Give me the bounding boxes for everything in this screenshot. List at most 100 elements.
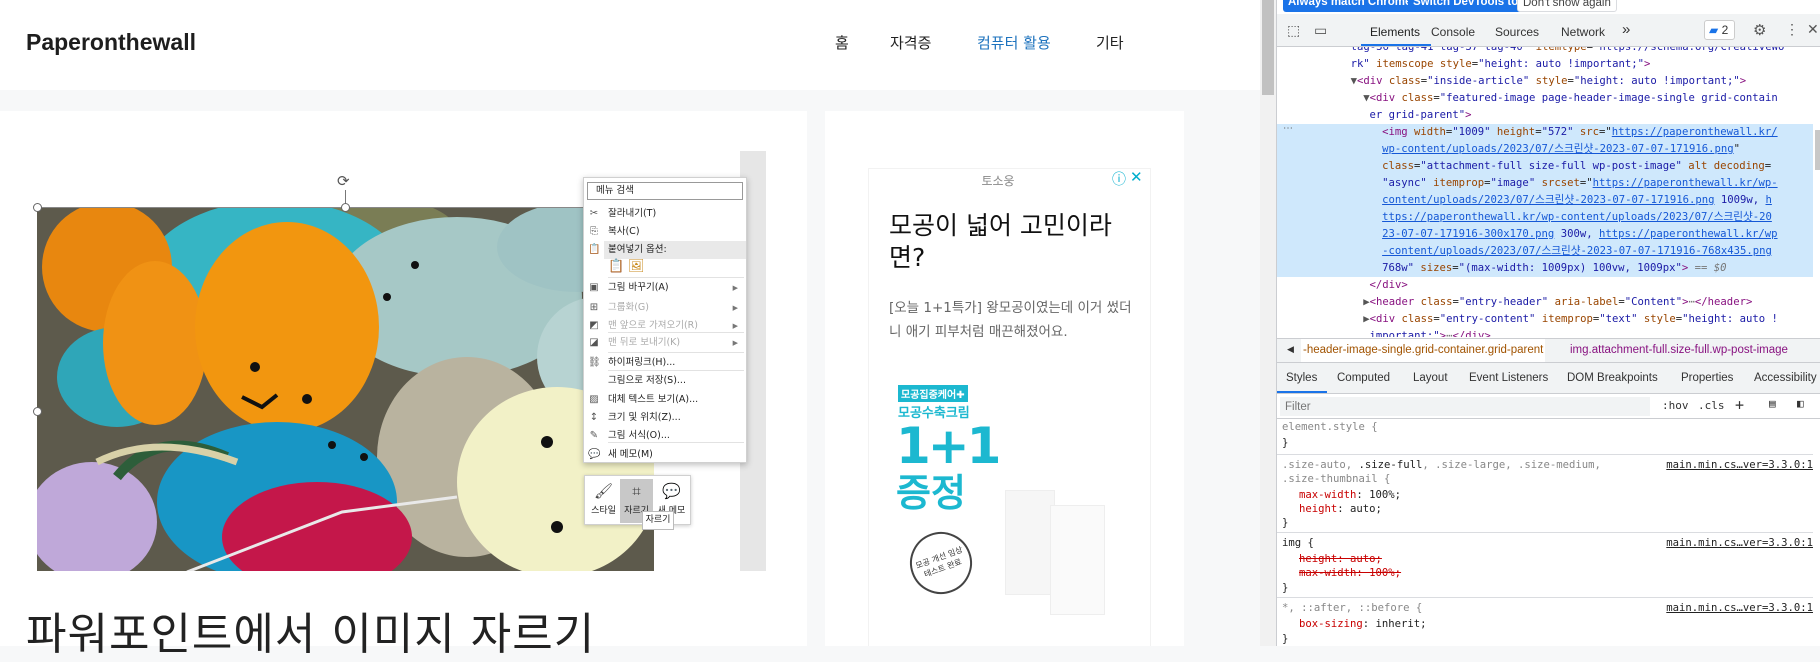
- tab-network[interactable]: Network: [1561, 25, 1605, 39]
- cls-toggle[interactable]: .cls: [1698, 399, 1725, 412]
- dom-link[interactable]: ttps://paperonthewall.kr/wp-content/uplo…: [1382, 211, 1772, 223]
- tab-event-listeners[interactable]: Event Listeners: [1469, 372, 1548, 384]
- tab-properties[interactable]: Properties: [1681, 372, 1733, 384]
- new-rule-icon[interactable]: +: [1735, 396, 1744, 414]
- menu-search-input[interactable]: 메뉴 검색: [587, 182, 743, 200]
- inspect-element-icon[interactable]: ⬚: [1287, 22, 1300, 39]
- resize-handle-top[interactable]: [341, 203, 350, 212]
- tab-accessibility[interactable]: Accessibility: [1754, 372, 1817, 384]
- dom-node-line[interactable]: ▶<header class="entry-header" aria-label…: [1277, 294, 1813, 311]
- close-devtools-icon[interactable]: ✕: [1807, 21, 1819, 38]
- tab-sources[interactable]: Sources: [1495, 25, 1539, 39]
- rule-declaration[interactable]: max-width: 100%;: [1299, 488, 1401, 503]
- rule-source-link[interactable]: main.min.cs…ver=3.3.0:1: [1666, 536, 1813, 551]
- nav-home[interactable]: 홈: [835, 32, 849, 53]
- rule-universal[interactable]: *, ::after, ::before { box-sizing: inher…: [1277, 598, 1813, 646]
- paste-picture-icon[interactable]: 🖼: [628, 259, 645, 274]
- hov-toggle[interactable]: :hov: [1662, 399, 1689, 412]
- tab-elements[interactable]: Elements: [1370, 25, 1420, 39]
- nav-certificates[interactable]: 자격증: [890, 32, 931, 53]
- elements-scrollbar[interactable]: [1813, 47, 1820, 337]
- ad-brand[interactable]: 토소웅: [868, 172, 1128, 189]
- context-menu-item[interactable]: ⊞ 그룹화(G) ▶: [584, 299, 746, 317]
- dom-node-selected[interactable]: 23-07-07-171916-300x170.png 300w, https:…: [1277, 226, 1813, 243]
- page-scrollbar[interactable]: [1260, 0, 1276, 646]
- nav-etc[interactable]: 기타: [1096, 32, 1124, 53]
- dom-node-selected[interactable]: wp-content/uploads/2023/07/스크린샷-2023-07-…: [1277, 141, 1813, 158]
- dom-link[interactable]: -content/uploads/2023/07/스크린샷-2023-07-07…: [1382, 245, 1772, 257]
- dom-node-selected[interactable]: class = "attachment-full size-full wp-post…: [1277, 158, 1813, 175]
- rule-img[interactable]: img { height: auto; max-width: 100%; } m…: [1277, 533, 1813, 598]
- tab-styles[interactable]: Styles: [1286, 372, 1317, 384]
- rule-declaration[interactable]: box-sizing: inherit;: [1299, 617, 1427, 632]
- settings-gear-icon[interactable]: ⚙: [1753, 21, 1766, 39]
- breadcrumb-scroll-left-icon[interactable]: ◀: [1287, 344, 1294, 355]
- context-menu-item[interactable]: ▨ 대체 텍스트 보기(A)...: [584, 391, 746, 409]
- nav-computer[interactable]: 컴퓨터 활용: [977, 32, 1051, 53]
- context-menu-item[interactable]: 💬 새 메모(M): [584, 446, 746, 464]
- dom-node-selected[interactable]: content/uploads/2023/07/스크린샷-2023-07-07-…: [1277, 192, 1813, 209]
- dom-node-line[interactable]: important;">⋯</div>: [1277, 328, 1813, 337]
- ad-title[interactable]: 모공이 넓어 고민이라면?: [889, 210, 1139, 274]
- context-menu-item[interactable]: ⎘ 복사(C): [584, 223, 746, 241]
- dom-link[interactable]: h: [1766, 194, 1772, 206]
- context-menu-item[interactable]: ↕ 크기 및 위치(Z)...: [584, 409, 746, 427]
- dom-node-selected[interactable]: 768w" sizes="(max-width: 1009px) 100vw, …: [1277, 260, 1813, 277]
- dom-node-selected[interactable]: <img width="1009" height="572" src="http…: [1277, 124, 1813, 141]
- dom-node-line[interactable]: ▼<div class="inside-article" style="heig…: [1277, 73, 1813, 90]
- dont-show-again-button[interactable]: Don't show again: [1517, 0, 1617, 12]
- context-menu-item[interactable]: ▣ 그림 바꾸기(A) ▶: [584, 279, 746, 297]
- dom-node-line[interactable]: er grid-parent">: [1277, 107, 1813, 124]
- dom-link[interactable]: https://paperonthewall.kr/: [1612, 126, 1778, 138]
- rule-declaration-overridden[interactable]: height: auto;: [1299, 552, 1382, 567]
- ad-description[interactable]: [오늘 1+1특가] 왕모공이였는데 이거 썼더니 애기 피부처럼 매끈해졌어요…: [889, 296, 1139, 344]
- site-logo[interactable]: Paperonthewall: [26, 29, 196, 56]
- dom-node-line[interactable]: ▼<div class="featured-image page-header-…: [1277, 90, 1813, 107]
- dom-link[interactable]: 23-07-07-171916-300x170.png: [1382, 228, 1554, 240]
- dom-node-selected[interactable]: -content/uploads/2023/07/스크린샷-2023-07-07…: [1277, 243, 1813, 260]
- resize-handle-left[interactable]: [33, 407, 42, 416]
- paint-icon[interactable]: ▤: [1769, 397, 1776, 410]
- dom-node-line[interactable]: tag-36 tag-41 tag-37 tag-40" itemtype="h…: [1277, 47, 1813, 56]
- rule-declaration[interactable]: height: auto;: [1299, 502, 1382, 517]
- device-toolbar-icon[interactable]: ▭: [1314, 22, 1327, 39]
- elements-scrollbar-thumb[interactable]: [1815, 130, 1820, 170]
- more-options-icon[interactable]: ⋮: [1785, 21, 1799, 38]
- rule-source-link[interactable]: main.min.cs…ver=3.3.0:1: [1666, 458, 1813, 473]
- dom-link[interactable]: https://paperonthewall.kr/wp: [1599, 228, 1778, 240]
- tab-console[interactable]: Console: [1431, 25, 1475, 39]
- rule-declaration-overridden[interactable]: max-width: 100%;: [1299, 566, 1401, 581]
- rule-source-link[interactable]: main.min.cs…ver=3.3.0:1: [1666, 601, 1813, 616]
- dom-link[interactable]: https://paperonthewall.kr/wp-: [1593, 177, 1778, 189]
- dom-link[interactable]: content/uploads/2023/07/스크린샷-2023-07-07-…: [1382, 194, 1714, 206]
- context-menu-item[interactable]: 그림으로 저장(S)...: [584, 372, 746, 390]
- issues-badge[interactable]: ▰ 2: [1704, 20, 1735, 40]
- breadcrumb-item-selected[interactable]: img.attachment-full.size-full.wp-post-im…: [1570, 339, 1788, 362]
- ad-close-icon[interactable]: ✕: [1130, 168, 1143, 186]
- dom-link[interactable]: wp-content/uploads/2023/07/스크린샷-2023-07-…: [1382, 143, 1734, 155]
- toggle-sidebar-icon[interactable]: ◧: [1797, 397, 1804, 410]
- context-menu-item[interactable]: ✂ 잘라내기(T): [584, 205, 746, 223]
- context-menu-item[interactable]: ◪ 맨 뒤로 보내기(K) ▶: [584, 334, 746, 352]
- rotate-handle-icon[interactable]: ⟳: [337, 172, 350, 190]
- dom-node-selected[interactable]: ttps://paperonthewall.kr/wp-content/uplo…: [1277, 209, 1813, 226]
- breadcrumb-item[interactable]: -header-image-single.grid-container.grid…: [1301, 339, 1546, 362]
- dom-node-line[interactable]: ▶<div class="entry-content" itemprop="te…: [1277, 311, 1813, 328]
- rule-size-classes[interactable]: .size-auto, .size-full, .size-large, .si…: [1277, 455, 1813, 533]
- dom-node-selected[interactable]: "async" itemprop="image" srcset="https:/…: [1277, 175, 1813, 192]
- dom-node-line[interactable]: rk" itemscope style="height: auto !impor…: [1277, 56, 1813, 73]
- node-ellipsis-icon[interactable]: ⋯: [1283, 123, 1293, 134]
- tab-layout[interactable]: Layout: [1413, 372, 1448, 384]
- style-button[interactable]: 🖌 스타일: [587, 479, 620, 523]
- paste-keep-text-icon[interactable]: 📋: [608, 259, 624, 274]
- dom-node-line[interactable]: </div>: [1277, 277, 1813, 294]
- tab-computed[interactable]: Computed: [1337, 372, 1390, 384]
- tab-dom-breakpoints[interactable]: DOM Breakpoints: [1567, 372, 1658, 384]
- ad-info-icon[interactable]: ⓘ: [1112, 169, 1126, 189]
- styles-filter-input[interactable]: [1280, 397, 1650, 416]
- resize-handle-top-left[interactable]: [33, 203, 42, 212]
- more-tabs-button[interactable]: »: [1622, 21, 1630, 38]
- rule-element-style[interactable]: element.style { }: [1277, 419, 1813, 455]
- dom-token: </div>: [1369, 279, 1408, 291]
- page-scrollbar-thumb[interactable]: [1262, 0, 1274, 95]
